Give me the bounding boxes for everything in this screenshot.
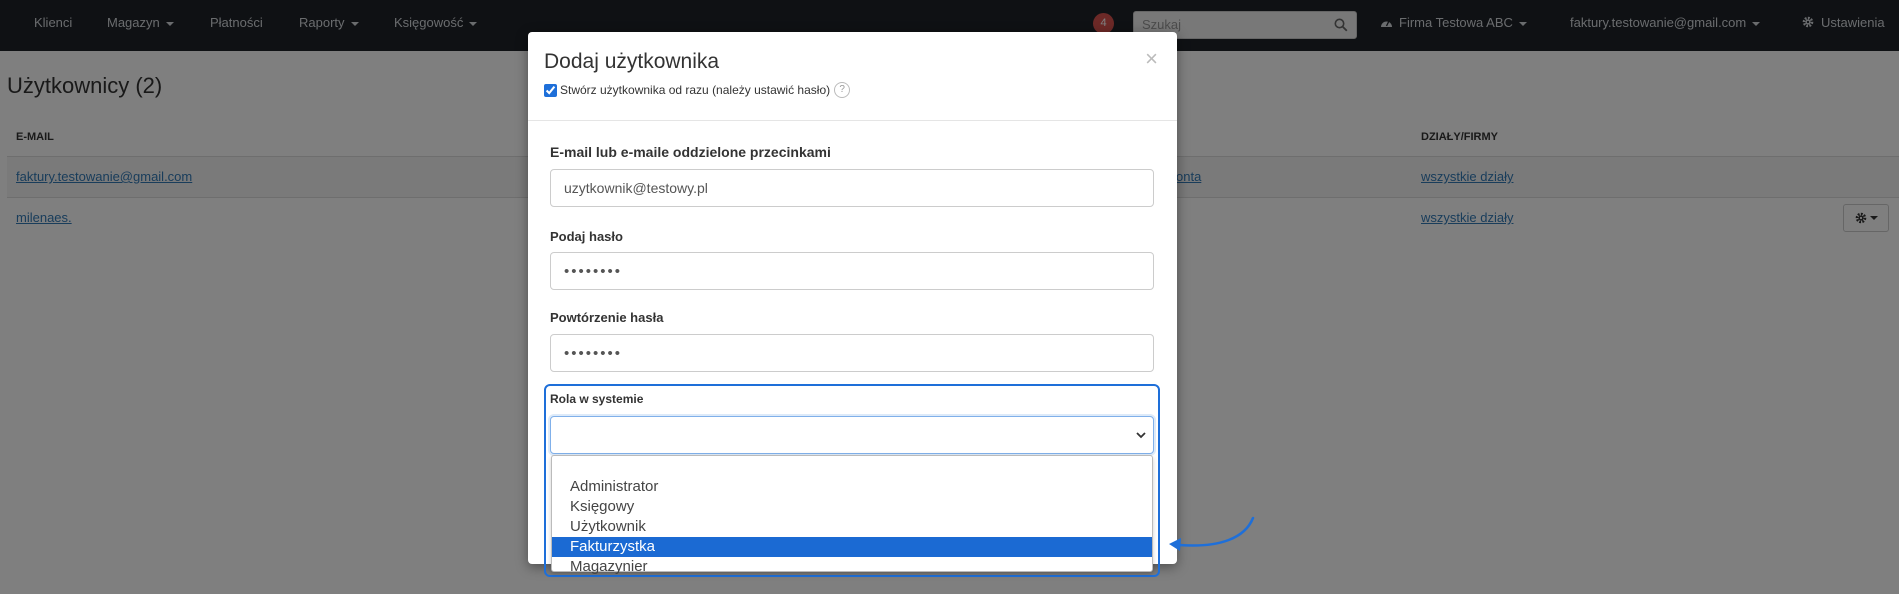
password-field-label: Podaj hasło: [550, 229, 623, 244]
role-option-administrator[interactable]: Administrator: [552, 477, 1152, 497]
email-field-label: E-mail lub e-maile oddzielone przecinkam…: [550, 144, 831, 160]
chevron-down-icon: [1136, 432, 1146, 439]
password-repeat-field[interactable]: [550, 334, 1154, 372]
role-field-label: Rola w systemie: [550, 392, 644, 406]
help-icon[interactable]: ?: [834, 82, 851, 98]
modal-divider: [528, 120, 1177, 121]
add-user-modal: Dodaj użytkownika × Stwórz użytkownika o…: [528, 32, 1177, 577]
role-option-magazynier[interactable]: Magazynier: [552, 557, 1152, 577]
role-option-fakturzystka[interactable]: Fakturzystka: [552, 537, 1152, 557]
role-dropdown-list: Administrator Księgowy Użytkownik Faktur…: [551, 455, 1153, 575]
role-select[interactable]: [550, 416, 1154, 454]
password-repeat-field-label: Powtórzenie hasła: [550, 310, 664, 325]
create-now-checkbox[interactable]: [544, 83, 557, 97]
role-option-ksiegowy[interactable]: Księgowy: [552, 497, 1152, 517]
modal-title: Dodaj użytkownika: [544, 50, 720, 73]
email-field[interactable]: [550, 169, 1154, 207]
create-now-option[interactable]: Stwórz użytkownika od razu (należy ustaw…: [544, 82, 851, 98]
role-option-uzytkownik[interactable]: Użytkownik: [552, 517, 1152, 537]
pointer-arrow-annotation: [1169, 516, 1255, 551]
password-field[interactable]: [550, 252, 1154, 290]
close-icon[interactable]: ×: [1145, 48, 1158, 70]
